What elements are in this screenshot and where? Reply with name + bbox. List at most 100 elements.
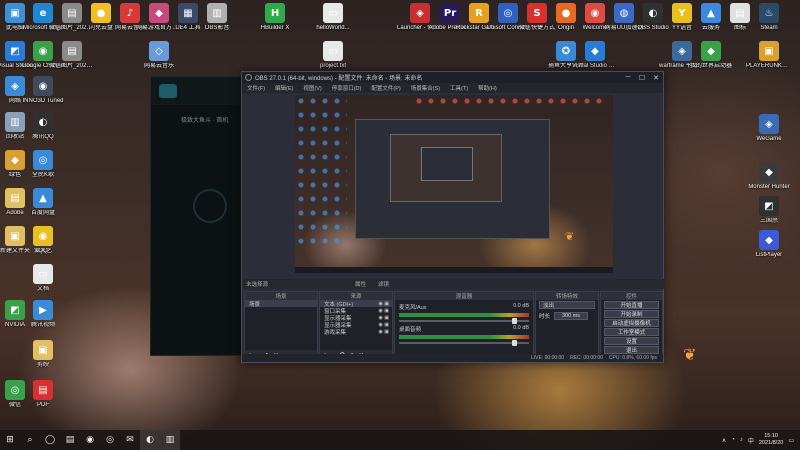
- desktop-icon[interactable]: ◇ 网易云音乐: [136, 41, 182, 81]
- properties-button[interactable]: 属性: [355, 280, 366, 288]
- desktop-icon[interactable]: ◉ QQ: [20, 226, 66, 266]
- mic-db: 0.0 dB: [513, 303, 529, 309]
- background-window-title: 极致大鱼斗 · 首机: [181, 118, 229, 124]
- desktop-icon[interactable]: ▤ PDF: [20, 380, 66, 420]
- menu-edit[interactable]: 编辑(E): [270, 84, 298, 92]
- butterfly-decoration-small: ❦: [565, 230, 575, 243]
- menu-file[interactable]: 文件(F): [242, 84, 270, 92]
- taskbar-app-icon[interactable]: ◎: [100, 430, 120, 450]
- desktop-icon[interactable]: ▤ Adobe: [0, 188, 38, 228]
- desktop-icon[interactable]: ▤ 微信图片_2021073...: [49, 41, 95, 81]
- app-icon: ◉: [33, 226, 53, 246]
- app-icon: ◆: [759, 162, 779, 182]
- start-streaming-button[interactable]: 开始直播: [604, 301, 659, 309]
- obs-window-title: OBS 27.0.1 (64-bit, windows) - 配置文件: 未命名…: [255, 76, 423, 82]
- search-icon[interactable]: ⌕: [20, 430, 40, 450]
- desktop-icon[interactable]: ♨ Steam: [746, 3, 792, 43]
- desktop-audio-db: 0.0 dB: [513, 325, 529, 331]
- clock-time: 15:10: [764, 433, 778, 439]
- mic-label: 麦克风/Aux: [399, 305, 427, 311]
- visibility-lock-icon[interactable]: ◉ ▣: [379, 315, 389, 321]
- source-name: 游戏采集: [324, 329, 347, 336]
- desktop-icon-label: ListPlayer: [755, 252, 783, 258]
- scene-item[interactable]: 场景: [245, 300, 317, 308]
- visibility-lock-icon[interactable]: ◉ ▣: [379, 322, 389, 328]
- taskbar-app-icon[interactable]: ▤: [60, 430, 80, 450]
- taskbar-app-icon[interactable]: ◉: [80, 430, 100, 450]
- duration-input[interactable]: 300 ms: [554, 312, 589, 320]
- sources-list: 文本 (GDI+) ◉ ▣ 窗口采集 ◉ ▣ 显示器采集 ◉ ▣ 显示器采集 ◉ ▣ 游戏采集 ◉…: [320, 300, 392, 336]
- obs-window[interactable]: OBS 27.0.1 (64-bit, windows) - 配置文件: 未命名…: [241, 71, 664, 363]
- volume-icon[interactable]: ♪: [740, 437, 743, 443]
- settings-button[interactable]: 设置: [604, 337, 659, 345]
- mixer-header: 混音器: [395, 292, 533, 300]
- app-icon: ◐: [33, 112, 53, 132]
- mic-volume-slider[interactable]: [399, 318, 529, 324]
- desktop-audio-volume-slider[interactable]: [399, 340, 529, 346]
- game-logo-icon: [159, 84, 177, 98]
- transitions-dock: 转场特效 淡出 时长 300 ms: [535, 291, 599, 361]
- tray-arrow-icon[interactable]: ∧: [722, 437, 726, 444]
- desktop-icon-label: helloWorld...: [316, 25, 350, 31]
- filters-button[interactable]: 滤镜: [378, 280, 389, 288]
- transition-type-select[interactable]: 淡出: [539, 301, 595, 309]
- desktop-icon[interactable]: ▭ helloWorld...: [310, 3, 356, 43]
- start-button[interactable]: ⊞: [0, 430, 20, 450]
- menu-scene-collection[interactable]: 场景集合(S): [406, 84, 445, 92]
- maximize-button[interactable]: ☐: [635, 74, 649, 82]
- desktop-icon[interactable]: ◈ WeGame: [746, 114, 792, 154]
- desktop-icon[interactable]: ▣ PLAYERUNKNOWN'S BATTLEGR...: [746, 41, 792, 81]
- desktop-icon[interactable]: H HBuilder X: [252, 3, 298, 43]
- app-icon: ▶: [33, 300, 53, 320]
- preview-nested-obs-window: [355, 119, 550, 239]
- visibility-lock-icon[interactable]: ◉ ▣: [379, 301, 389, 307]
- desktop-icon[interactable]: ◆ ListPlayer: [746, 230, 792, 270]
- desktop-icon[interactable]: ▣ 剪映: [20, 340, 66, 380]
- desktop-icon[interactable]: ▥ OBS影音: [194, 3, 240, 43]
- network-icon[interactable]: ◔: [731, 437, 735, 443]
- menu-view[interactable]: 视图(V): [298, 84, 326, 92]
- app-icon: ▤: [33, 380, 53, 400]
- desktop-icon[interactable]: ◐ 腾讯QQ: [20, 112, 66, 152]
- desktop-icon[interactable]: ◎ 全民K歌: [20, 150, 66, 190]
- exit-button[interactable]: 退出: [604, 346, 659, 354]
- app-icon: ♨: [759, 3, 779, 23]
- app-icon: ◈: [759, 114, 779, 134]
- app-icon: ◆: [585, 41, 605, 61]
- desktop-audio-slider-thumb[interactable]: [512, 340, 517, 346]
- notification-icon[interactable]: ▭: [788, 437, 794, 444]
- menu-tools[interactable]: 工具(T): [445, 84, 473, 92]
- taskbar-app-icon[interactable]: ◯: [40, 430, 60, 450]
- source-item[interactable]: 游戏采集 ◉ ▣: [320, 328, 392, 336]
- visibility-lock-icon[interactable]: ◉ ▣: [379, 329, 389, 335]
- taskbar-app-icon[interactable]: ▥: [160, 430, 180, 450]
- start-virtual-camera-button[interactable]: 启动虚拟摄像机: [604, 319, 659, 327]
- taskbar-app-icon[interactable]: ◐: [140, 430, 160, 450]
- menu-help[interactable]: 帮助(H): [473, 84, 502, 92]
- visibility-lock-icon[interactable]: ◉ ▣: [379, 308, 389, 314]
- desktop-icon-label: 文档: [36, 286, 49, 292]
- taskbar: ⊞ ⌕ ◯ ▤ ◉ ◎ ✉ ◐ ▥ ∧ ◔ ♪ 中 15:10 2021/8/20 ▭: [0, 430, 800, 450]
- clock[interactable]: 15:10 2021/8/20: [759, 433, 783, 447]
- desktop-icon[interactable]: ◉ INNO3D Tuned: [20, 76, 66, 116]
- mic-slider-thumb[interactable]: [512, 318, 517, 324]
- obs-title-bar[interactable]: OBS 27.0.1 (64-bit, windows) - 配置文件: 未命名…: [242, 72, 663, 83]
- desktop-icon-label: Visual Studio Code: [572, 63, 618, 69]
- transition-duration-row: 时长 300 ms: [536, 311, 598, 321]
- minimize-button[interactable]: ─: [621, 74, 635, 81]
- desktop-icon-label: 全民K歌: [31, 172, 54, 178]
- studio-mode-button[interactable]: 工作室模式: [604, 328, 659, 336]
- menu-docks[interactable]: 停靠窗口(D): [327, 84, 367, 92]
- mixer-dock: 混音器 麦克风/Aux 0.0 dB 桌面音频 0.0 dB: [394, 291, 534, 361]
- desktop-icon[interactable]: ▭ 文档: [20, 264, 66, 304]
- desktop-icon[interactable]: ◆ 我的世界启动器: [688, 41, 734, 81]
- obs-preview-canvas[interactable]: [295, 95, 613, 273]
- input-language[interactable]: 中: [748, 436, 754, 445]
- sources-dock: 来源 文本 (GDI+) ◉ ▣ 窗口采集 ◉ ▣ 显示器采集 ◉ ▣ 显示器采集 ◉ ▣ 游戏…: [319, 291, 393, 361]
- start-recording-button[interactable]: 开始录制: [604, 310, 659, 318]
- desktop-icon[interactable]: ▶ 腾讯视频: [20, 300, 66, 340]
- app-icon: ▣: [33, 340, 53, 360]
- close-button[interactable]: ✕: [649, 74, 663, 82]
- taskbar-app-icon[interactable]: ✉: [120, 430, 140, 450]
- menu-profile[interactable]: 配置文件(P): [366, 84, 405, 92]
